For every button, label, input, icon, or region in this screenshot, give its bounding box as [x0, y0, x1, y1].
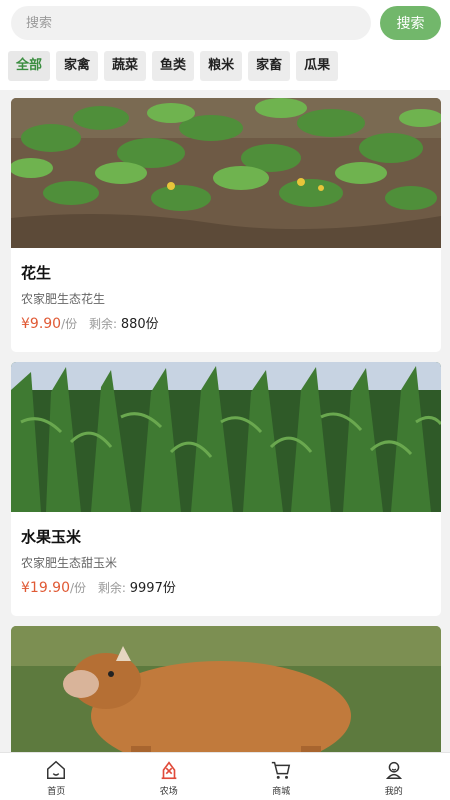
product-list: 花生 农家肥生态花生 ¥9.90/份 剩余: 880份 水果玉米 农家肥生态甜玉… — [0, 90, 450, 752]
product-title: 花生 — [21, 264, 52, 282]
bottom-tab-bar: 首页 农场 商城 我的 — [0, 752, 450, 800]
home-icon — [47, 760, 66, 779]
top-bar: 搜索 全部 家禽 蔬菜 鱼类 粮米 家畜 瓜果 — [0, 0, 450, 90]
tab-profile-label: 我的 — [384, 787, 403, 797]
category-livestock[interactable]: 家畜 — [248, 51, 291, 81]
product-description: 农家肥生态花生 — [21, 292, 106, 306]
category-tabs: 全部 家禽 蔬菜 鱼类 粮米 家畜 瓜果 — [8, 51, 344, 81]
price-unit: /份 — [61, 317, 78, 331]
tab-farm-label: 农场 — [159, 787, 178, 797]
product-image-peanut — [11, 98, 441, 248]
product-card[interactable]: 水果玉米 农家肥生态甜玉米 ¥19.90/份 剩余: 9997份 — [11, 362, 441, 616]
price-row: ¥19.90/份 剩余: 9997份 — [21, 579, 431, 597]
product-image-corn — [11, 362, 441, 512]
remaining-value: 880份 — [120, 317, 159, 332]
search-button[interactable]: 搜索 — [380, 6, 441, 40]
category-vegetables[interactable]: 蔬菜 — [104, 51, 147, 81]
price-row: ¥9.90/份 剩余: 880份 — [21, 315, 431, 333]
category-poultry[interactable]: 家禽 — [56, 51, 99, 81]
remaining-label: 剩余: — [88, 317, 118, 331]
product-image-cow — [11, 626, 441, 752]
remaining-value: 9997份 — [129, 581, 176, 596]
category-all[interactable]: 全部 — [8, 51, 51, 81]
price-unit: /份 — [70, 581, 87, 595]
cart-icon — [272, 761, 291, 779]
tab-farm[interactable]: 农场 — [113, 753, 226, 800]
product-card[interactable]: 花生 农家肥生态花生 ¥9.90/份 剩余: 880份 — [11, 98, 441, 352]
product-title: 水果玉米 — [21, 528, 82, 546]
product-price: ¥9.90 — [21, 316, 62, 332]
profile-icon — [385, 761, 402, 779]
farm-icon — [161, 761, 177, 780]
remaining-label: 剩余: — [97, 581, 126, 595]
category-grain[interactable]: 粮米 — [200, 51, 243, 81]
tab-mall[interactable]: 商城 — [225, 753, 338, 800]
product-card[interactable] — [11, 626, 441, 752]
product-price: ¥19.90 — [21, 580, 70, 596]
tab-home[interactable]: 首页 — [0, 753, 113, 800]
tab-profile[interactable]: 我的 — [338, 753, 450, 800]
category-fish[interactable]: 鱼类 — [152, 51, 195, 81]
tab-mall-label: 商城 — [272, 787, 291, 797]
tab-home-label: 首页 — [47, 787, 66, 797]
search-input[interactable] — [11, 6, 371, 40]
product-description: 农家肥生态甜玉米 — [21, 556, 118, 570]
category-fruit[interactable]: 瓜果 — [296, 51, 339, 81]
